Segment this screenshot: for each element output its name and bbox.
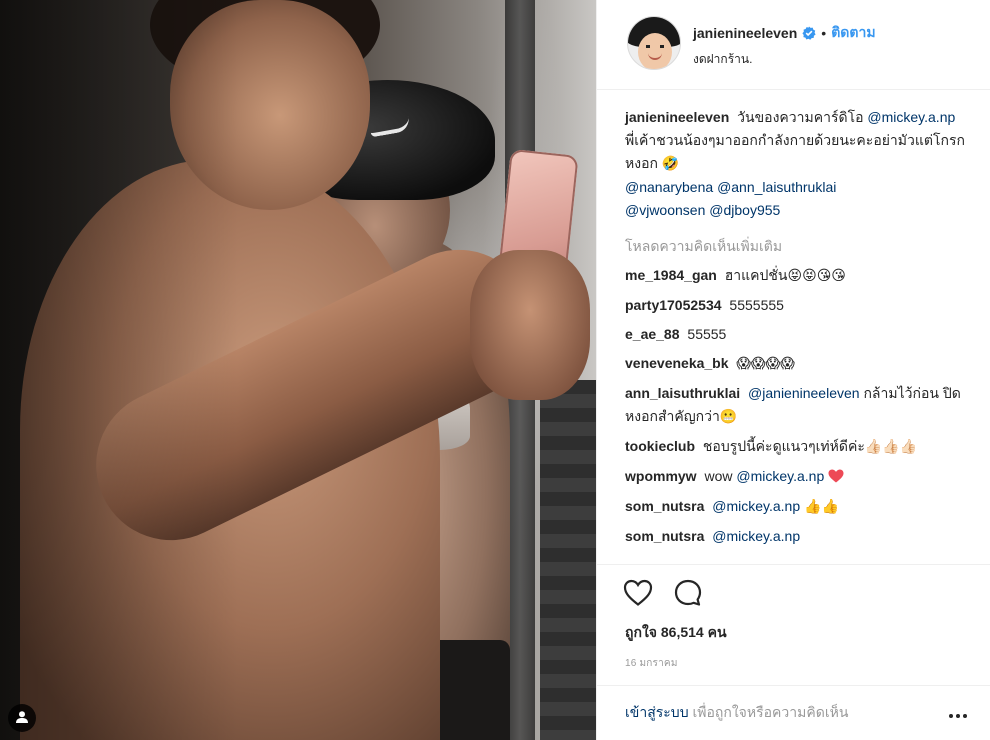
user-tag-icon (15, 710, 29, 727)
caption-mention-4[interactable]: @vjwoonsen (625, 202, 705, 218)
heart-icon (623, 579, 653, 610)
header-username[interactable]: janienineeleven (693, 25, 797, 41)
comment-text: wow (704, 468, 733, 484)
comment-emoji: 👍🏻👍🏻👍🏻 (864, 439, 918, 455)
comment-mention[interactable]: @janienineeleven (748, 385, 860, 401)
instagram-post-modal: janienineeleven • ติดตาม งดฝากร้าน. jani… (0, 0, 990, 740)
more-options-icon (949, 705, 967, 721)
comment-bubble-icon (673, 578, 703, 611)
post-actions (597, 564, 990, 616)
comment-text: 5555555 (729, 297, 784, 313)
comment-emoji: 👍👍 (804, 499, 839, 515)
list-item: e_ae_88 55555 (625, 323, 966, 346)
login-footer: เข้าสู่ระบบ เพื่อถูกใจหรือความคิดเห็น (597, 686, 990, 740)
comment-author[interactable]: veneveneka_bk (625, 355, 729, 371)
list-item: wpommyw wow @mickey.a.np (625, 465, 966, 489)
list-item: som_nutsra @mickey.a.np (625, 525, 966, 548)
comment-author[interactable]: party17052534 (625, 297, 722, 313)
avatar[interactable] (627, 16, 681, 70)
comment-text: ชอบรูปนี้ค่ะดูแนวๆเท่ห์ดีค่ะ (702, 438, 865, 454)
post-caption: janienineeleven วันของความคาร์ดิโอ @mick… (625, 106, 966, 222)
header-text: janienineeleven • ติดตาม งดฝากร้าน. (693, 16, 876, 69)
list-item: ann_laisuthruklai @janienineeleven กล้าม… (625, 382, 966, 429)
more-options-button[interactable] (946, 701, 970, 725)
list-item: som_nutsra @mickey.a.np 👍👍 (625, 495, 966, 519)
comment-emoji: 😬 (719, 409, 738, 425)
comment-mention[interactable]: @mickey.a.np (712, 498, 800, 514)
location-link[interactable]: งดฝากร้าน. (693, 50, 876, 69)
comment-text: 55555 (687, 326, 727, 342)
caption-author[interactable]: janienineeleven (625, 109, 729, 125)
comment-button[interactable] (673, 578, 703, 611)
comment-author[interactable]: e_ae_88 (625, 326, 680, 342)
post-side-panel: janienineeleven • ติดตาม งดฝากร้าน. jani… (596, 0, 990, 740)
login-link[interactable]: เข้าสู่ระบบ (625, 704, 689, 720)
comment-mention[interactable]: @mickey.a.np (736, 468, 824, 484)
list-item: me_1984_gan ฮาแคปชั่น😝😝😘😘 (625, 264, 966, 288)
caption-text-1: วันของความคาร์ดิโอ (737, 109, 864, 125)
comment-author[interactable]: som_nutsra (625, 498, 704, 514)
comment-author[interactable]: ann_laisuthruklai (625, 385, 740, 401)
list-item: tookieclub ชอบรูปนี้ค่ะดูแนวๆเท่ห์ดีค่ะ👍… (625, 435, 966, 459)
follow-button[interactable]: ติดตาม (831, 22, 875, 44)
caption-mention-1[interactable]: @mickey.a.np (867, 109, 955, 125)
photo-shade (0, 0, 596, 740)
comment-author[interactable]: som_nutsra (625, 528, 704, 544)
comment-mention[interactable]: @mickey.a.np (712, 528, 800, 544)
user-tag-button[interactable] (8, 704, 36, 732)
load-more-comments-button[interactable]: โหลดความคิดเห็นเพิ่มเติม (625, 236, 966, 256)
heart-emoji (828, 469, 844, 485)
comment-emoji: 😱😱😱😱 (736, 356, 795, 372)
login-suffix-text: เพื่อถูกใจหรือความคิดเห็น (692, 704, 849, 720)
comment-text: ฮาแคปชั่น (724, 267, 788, 283)
comment-author[interactable]: tookieclub (625, 438, 695, 454)
like-button[interactable] (623, 579, 653, 610)
likes-count[interactable]: ถูกใจ 86,514 คน (597, 616, 990, 644)
comments-list: janienineeleven วันของความคาร์ดิโอ @mick… (597, 90, 990, 564)
comment-author[interactable]: me_1984_gan (625, 267, 717, 283)
comment-emoji: 😝😝😘😘 (787, 268, 846, 284)
post-header: janienineeleven • ติดตาม งดฝากร้าน. (597, 0, 990, 90)
caption-mention-2[interactable]: @nanarybena (625, 179, 713, 195)
list-item: party17052534 5555555 (625, 294, 966, 317)
post-date[interactable]: 16 มกราคม (597, 644, 990, 686)
header-separator: • (821, 25, 827, 41)
caption-mention-5[interactable]: @djboy955 (709, 202, 780, 218)
caption-mention-3[interactable]: @ann_laisuthruklai (717, 179, 836, 195)
list-item: veneveneka_bk 😱😱😱😱 (625, 352, 966, 376)
comment-author[interactable]: wpommyw (625, 468, 697, 484)
post-photo[interactable] (0, 0, 596, 740)
caption-emoji: 🤣 (661, 156, 680, 172)
verified-badge-icon (802, 26, 816, 40)
